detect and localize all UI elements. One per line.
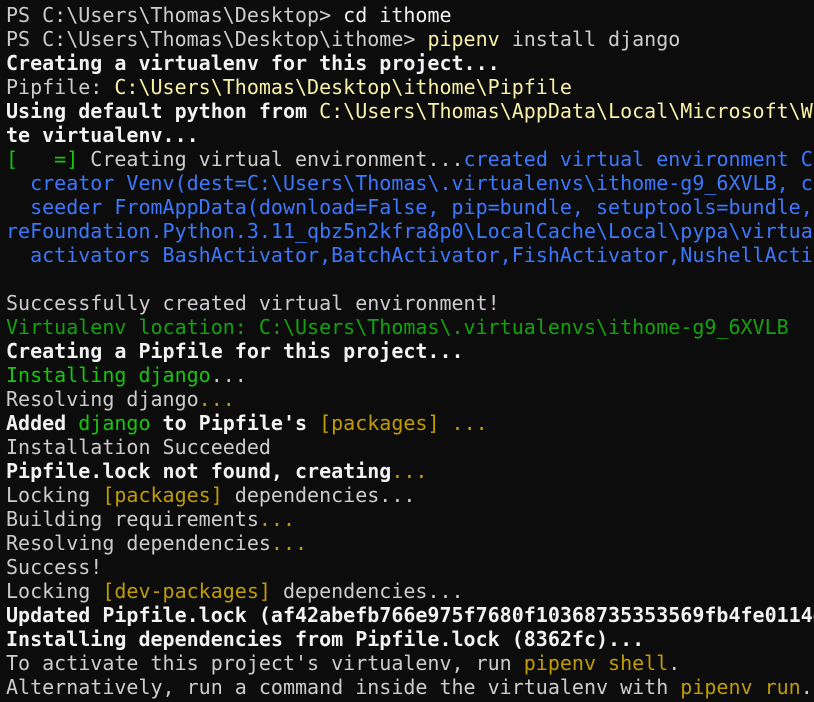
terminal-text-segment: [ =] (6, 147, 91, 171)
terminal-line: Pipfile: C:\Users\Thomas\Desktop\ithome\… (6, 75, 814, 99)
terminal-text-segment: PS C:\Users\Thomas\Desktop> (6, 3, 344, 27)
terminal-text-segment: Locking (6, 483, 103, 507)
terminal-text-segment: dependencies... (222, 483, 416, 507)
terminal-line: Creating a virtualenv for this project..… (6, 51, 814, 75)
terminal-text-segment: created virtual environment CP (463, 147, 814, 171)
terminal-line: activators BashActivator,BatchActivator,… (6, 243, 814, 267)
terminal-line: Installation Succeeded (6, 435, 814, 459)
terminal-line: creator Venv(dest=C:\Users\Thomas\.virtu… (6, 171, 814, 195)
terminal-text-segment: ... (258, 507, 295, 531)
terminal-line: Pipfile.lock not found, creating... (6, 459, 814, 483)
terminal-text-segment: ... (270, 531, 308, 555)
terminal-text-segment: Creating virtual environment... (90, 147, 464, 171)
terminal-text-segment: Installation Succeeded (6, 435, 271, 459)
terminal-text-segment: C:\Users\Thomas\AppData\Local\Microsoft\… (319, 99, 814, 123)
terminal-text-segment: ... (198, 387, 235, 411)
terminal-text-segment: Locking (6, 579, 103, 603)
terminal-text-segment: pipenv shell (523, 651, 669, 675)
terminal-line: Updated Pipfile.lock (af42abefb766e975f7… (6, 603, 814, 627)
terminal-text-segment: PS C:\Users\Thomas\Desktop\ithome> (6, 27, 428, 51)
terminal-line: Locking [dev-packages] dependencies... (6, 579, 814, 603)
terminal-text-segment: reFoundation.Python.3.11_qbz5n2kfra8p0\L… (6, 219, 813, 243)
terminal-text-segment: Updated Pipfile.lock (af42abefb766e975f7… (6, 603, 814, 627)
terminal-text-segment: seeder FromAppData(download=False, pip=b… (6, 195, 814, 219)
terminal-text-segment: creator Venv(dest=C:\Users\Thomas\.virtu… (6, 171, 814, 195)
terminal-text-segment: Virtualenv location: C:\Users\Thomas\.vi… (6, 315, 789, 339)
terminal-line: Resolving django... (6, 387, 814, 411)
terminal-text-segment: [packages] (319, 411, 440, 435)
terminal-line: To activate this project's virtualenv, r… (6, 651, 814, 675)
terminal-line: Alternatively, run a command inside the … (6, 675, 814, 699)
terminal-text-segment: Resolving django (6, 387, 199, 411)
terminal-text-segment: C:\Users\Thomas\Desktop\ithome\Pipfile (114, 75, 572, 99)
terminal-line: te virtualenv... (6, 123, 814, 147)
terminal-output[interactable]: PS C:\Users\Thomas\Desktop> cd ithome PS … (0, 0, 814, 702)
terminal-text-segment: [packages] (102, 483, 223, 507)
terminal-text-segment: Added (6, 411, 79, 435)
terminal-text-segment: . (800, 675, 813, 699)
terminal-line: [ =] Creating virtual environment...crea… (6, 147, 814, 171)
terminal-text-segment: ... (210, 363, 247, 387)
terminal-line: Creating a Pipfile for this project... (6, 339, 814, 363)
terminal-line: Resolving dependencies... (6, 531, 814, 555)
terminal-text-segment: install django (499, 27, 681, 51)
terminal-text-segment: django (78, 411, 151, 435)
terminal-text-segment: Pipfile.lock not found, creating (6, 459, 392, 483)
terminal-text-segment: Pipfile: (6, 75, 115, 99)
terminal-text-segment: Creating a virtualenv for this project..… (6, 51, 500, 75)
terminal-line: Success! (6, 555, 814, 579)
terminal-text-segment: ... (439, 411, 488, 435)
terminal-line: Installing django... (6, 363, 814, 387)
terminal-line: Installing dependencies from Pipfile.loc… (6, 627, 814, 651)
terminal-text-segment: dependencies... (270, 579, 464, 603)
terminal-text-segment: To activate this project's virtualenv, r… (6, 651, 524, 675)
terminal-line: Successfully created virtual environment… (6, 291, 814, 315)
terminal-line: Using default python from C:\Users\Thoma… (6, 99, 814, 123)
terminal-text-segment: Success! (6, 555, 103, 579)
terminal-text-segment: cd ithome (343, 3, 452, 27)
terminal-text-segment: Installing django (6, 363, 211, 387)
terminal-text-segment: Installing dependencies from Pipfile.loc… (6, 627, 645, 651)
terminal-text-segment: to Pipfile's (150, 411, 320, 435)
terminal-text-segment: activators BashActivator,BatchActivator,… (6, 243, 814, 267)
terminal-text-segment: [dev-packages] (102, 579, 271, 603)
terminal-text-segment: . (668, 651, 681, 675)
terminal-text-segment: pipenv run (680, 675, 801, 699)
terminal-text-segment: Resolving dependencies (6, 531, 271, 555)
terminal-text-segment: te virtualenv... (6, 123, 199, 147)
terminal-line: reFoundation.Python.3.11_qbz5n2kfra8p0\L… (6, 219, 814, 243)
terminal-text-segment: ... (391, 459, 428, 483)
terminal-text-segment: Successfully created virtual environment… (6, 291, 500, 315)
terminal-text-segment: pipenv (427, 27, 500, 51)
terminal-line: Virtualenv location: C:\Users\Thomas\.vi… (6, 315, 814, 339)
terminal-line: Locking [packages] dependencies... (6, 483, 814, 507)
terminal-line: Building requirements... (6, 507, 814, 531)
terminal-line: PS C:\Users\Thomas\Desktop> cd ithome (6, 3, 814, 27)
terminal-line: seeder FromAppData(download=False, pip=b… (6, 195, 814, 219)
terminal-line: Added django to Pipfile's [packages] ... (6, 411, 814, 435)
terminal-text-segment: Building requirements (6, 507, 259, 531)
terminal-text-segment: Using default python from (6, 99, 320, 123)
terminal-line: PS C:\Users\Thomas\Desktop\ithome> pipen… (6, 27, 814, 51)
terminal-text-segment: Creating a Pipfile for this project... (6, 339, 464, 363)
terminal-text-segment: Alternatively, run a command inside the … (6, 675, 681, 699)
